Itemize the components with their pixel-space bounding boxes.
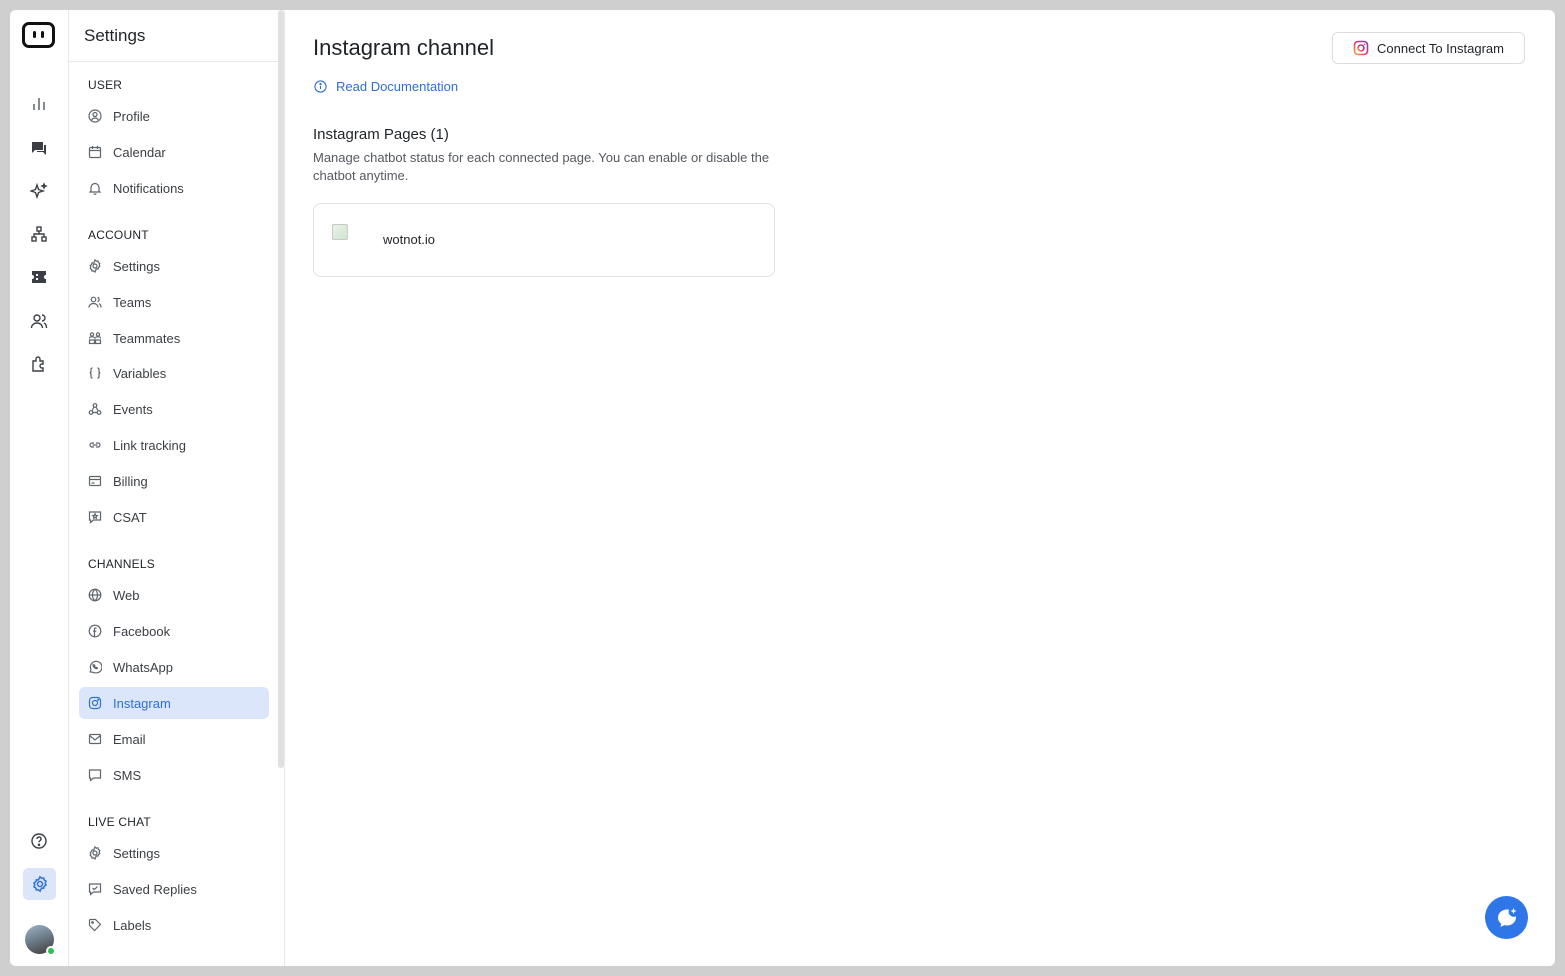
sidebar-item-label: Link tracking bbox=[113, 437, 186, 453]
sidebar-item-live-chat-settings[interactable]: Settings bbox=[79, 837, 269, 869]
sidebar-item-web[interactable]: Web bbox=[79, 579, 269, 611]
link-icon bbox=[88, 438, 102, 452]
sidebar-item-label: Variables bbox=[113, 365, 167, 381]
sidebar-item-label: Settings bbox=[113, 845, 160, 861]
sidebar-item-label: Notifications bbox=[113, 180, 184, 196]
section-label-live-chat: LIVE CHAT bbox=[88, 815, 151, 829]
sidebar-item-facebook[interactable]: Facebook bbox=[79, 615, 269, 647]
instagram-pages-description: Manage chatbot status for each connected… bbox=[313, 150, 770, 183]
sidebar-item-whatsapp[interactable]: WhatsApp bbox=[79, 651, 269, 683]
instagram-page-card[interactable]: wotnot.io bbox=[313, 203, 775, 277]
webhook-icon bbox=[88, 402, 102, 416]
facebook-icon bbox=[88, 624, 102, 638]
section-label-account: ACCOUNT bbox=[88, 228, 149, 242]
instagram-icon bbox=[88, 696, 102, 710]
bot-builder-icon[interactable] bbox=[25, 220, 53, 248]
sidebar-item-events[interactable]: Events bbox=[79, 393, 269, 425]
sidebar-item-label: Teammates bbox=[113, 330, 181, 346]
sidebar-item-label: Email bbox=[113, 731, 146, 747]
sidebar-item-label: CSAT bbox=[113, 509, 147, 525]
instagram-logo-icon bbox=[1353, 40, 1369, 56]
contacts-icon[interactable] bbox=[25, 307, 53, 335]
icon-rail bbox=[10, 10, 69, 966]
user-circle-icon bbox=[88, 109, 102, 123]
logo-icon[interactable] bbox=[22, 22, 55, 48]
star-message-icon bbox=[88, 510, 102, 524]
sidebar-item-billing[interactable]: Billing bbox=[79, 465, 269, 497]
tag-icon bbox=[88, 918, 102, 932]
sidebar-item-label: Billing bbox=[113, 473, 148, 489]
sidebar-item-profile[interactable]: Profile bbox=[79, 100, 269, 132]
page-title: Instagram channel bbox=[313, 35, 494, 60]
settings-sidebar: Settings USER Profile Calendar Notificat… bbox=[69, 10, 285, 966]
sidebar-item-label: Facebook bbox=[113, 623, 171, 639]
integrations-icon[interactable] bbox=[25, 350, 53, 378]
saved-reply-icon bbox=[88, 882, 102, 896]
sidebar-item-label: Events bbox=[113, 401, 153, 417]
gear-icon bbox=[88, 846, 102, 860]
conversations-icon[interactable] bbox=[25, 134, 53, 162]
sidebar-item-label: Teams bbox=[113, 294, 152, 310]
page-avatar-broken-image bbox=[332, 224, 348, 240]
sidebar-item-saved-replies[interactable]: Saved Replies bbox=[79, 873, 269, 905]
instagram-pages-heading: Instagram Pages (1) bbox=[313, 126, 449, 143]
chat-widget-launcher-button[interactable] bbox=[1485, 896, 1528, 939]
main-content: Instagram channel Read Documentation Con… bbox=[285, 10, 1555, 966]
grid-people-icon bbox=[88, 331, 102, 345]
chat-bubble-sparkle-icon bbox=[1497, 907, 1516, 927]
sidebar-item-label: Profile bbox=[113, 108, 150, 124]
sidebar-item-link-tracking[interactable]: Link tracking bbox=[79, 429, 269, 461]
sidebar-item-account-settings[interactable]: Settings bbox=[79, 250, 269, 282]
app-window: Settings USER Profile Calendar Notificat… bbox=[10, 10, 1555, 966]
sidebar-item-label: Calendar bbox=[113, 144, 166, 160]
sidebar-item-variables[interactable]: Variables bbox=[79, 357, 269, 389]
info-icon bbox=[314, 80, 327, 93]
sidebar-item-sms[interactable]: SMS bbox=[79, 759, 269, 791]
user-avatar[interactable] bbox=[25, 925, 56, 956]
gear-icon bbox=[88, 259, 102, 273]
globe-icon bbox=[88, 588, 102, 602]
card-icon bbox=[88, 474, 102, 488]
whatsapp-icon bbox=[88, 660, 102, 674]
sidebar-item-calendar[interactable]: Calendar bbox=[79, 136, 269, 168]
page-name: wotnot.io bbox=[383, 232, 436, 247]
connect-button-label: Connect To Instagram bbox=[1377, 40, 1504, 56]
sidebar-item-label: Saved Replies bbox=[113, 881, 197, 897]
section-label-channels: CHANNELS bbox=[88, 557, 155, 571]
braces-icon bbox=[88, 366, 102, 380]
calendar-icon bbox=[88, 145, 102, 159]
sidebar-scrollbar[interactable] bbox=[278, 10, 284, 768]
analytics-icon[interactable] bbox=[25, 90, 53, 118]
sidebar-item-label: Web bbox=[113, 587, 140, 603]
online-status-indicator bbox=[46, 946, 56, 956]
tickets-icon[interactable] bbox=[25, 263, 53, 291]
sidebar-title: Settings bbox=[69, 10, 284, 62]
sidebar-item-teammates[interactable]: Teammates bbox=[79, 322, 269, 354]
sidebar-item-label: WhatsApp bbox=[113, 659, 173, 675]
sidebar-item-label: Labels bbox=[113, 917, 152, 933]
sidebar-item-instagram[interactable]: Instagram bbox=[79, 687, 269, 719]
sidebar-item-csat[interactable]: CSAT bbox=[79, 501, 269, 533]
section-label-user: USER bbox=[88, 78, 123, 92]
doc-link-label: Read Documentation bbox=[336, 79, 459, 94]
mail-icon bbox=[88, 732, 102, 746]
sidebar-item-labels[interactable]: Labels bbox=[79, 909, 269, 941]
help-icon[interactable] bbox=[25, 827, 53, 855]
ai-sparkle-icon[interactable] bbox=[25, 177, 53, 205]
sidebar-item-label: Settings bbox=[113, 258, 160, 274]
bell-icon bbox=[88, 181, 102, 195]
settings-gear-icon[interactable] bbox=[23, 868, 56, 900]
sidebar-item-label: SMS bbox=[113, 767, 142, 783]
sidebar-item-label: Instagram bbox=[113, 695, 171, 711]
message-square-icon bbox=[88, 768, 102, 782]
connect-to-instagram-button[interactable]: Connect To Instagram bbox=[1332, 32, 1525, 64]
users-icon bbox=[88, 295, 102, 309]
sidebar-item-email[interactable]: Email bbox=[79, 723, 269, 755]
read-documentation-link[interactable]: Read Documentation bbox=[314, 79, 458, 94]
sidebar-item-notifications[interactable]: Notifications bbox=[79, 172, 269, 204]
sidebar-item-teams[interactable]: Teams bbox=[79, 286, 269, 318]
